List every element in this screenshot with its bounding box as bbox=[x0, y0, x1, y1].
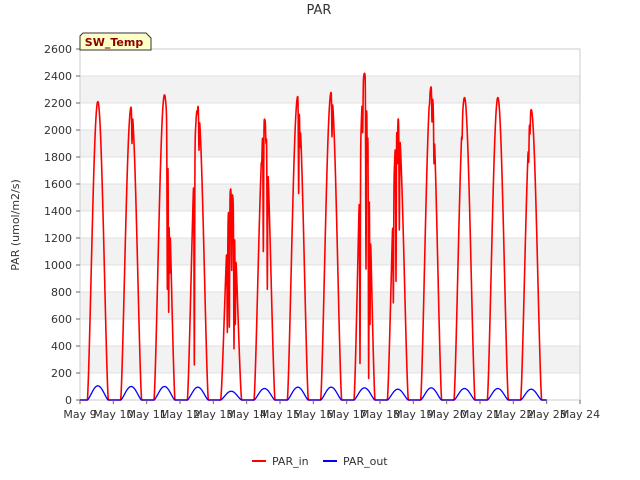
y-axis-label: PAR (umol/m2/s) bbox=[9, 179, 22, 271]
y-tick-label: 200 bbox=[51, 367, 72, 380]
annotation-label: SW_Temp bbox=[85, 36, 144, 49]
y-tick-label: 2000 bbox=[44, 124, 72, 137]
y-tick-label: 0 bbox=[65, 394, 72, 407]
y-tick-label: 1200 bbox=[44, 232, 72, 245]
y-tick-label: 2400 bbox=[44, 70, 72, 83]
y-tick-label: 2200 bbox=[44, 97, 72, 110]
par-chart: May 9May 10May 11May 12May 13May 14May 1… bbox=[0, 0, 640, 480]
x-tick-label: May 24 bbox=[560, 408, 600, 421]
y-tick-label: 1000 bbox=[44, 259, 72, 272]
chart-title: PAR bbox=[307, 3, 332, 18]
plot-band bbox=[80, 130, 580, 157]
legend-label-par-in: PAR_in bbox=[272, 455, 309, 468]
x-tick-label: May 9 bbox=[63, 408, 96, 421]
y-tick-label: 2600 bbox=[44, 43, 72, 56]
y-tick-label: 800 bbox=[51, 286, 72, 299]
plot-band bbox=[80, 184, 580, 211]
y-tick-label: 600 bbox=[51, 313, 72, 326]
y-tick-label: 1600 bbox=[44, 178, 72, 191]
y-tick-label: 1800 bbox=[44, 151, 72, 164]
annotation-box: SW_Temp bbox=[79, 32, 152, 51]
y-tick-label: 400 bbox=[51, 340, 72, 353]
legend-label-par-out: PAR_out bbox=[343, 455, 388, 468]
y-tick-label: 1400 bbox=[44, 205, 72, 218]
